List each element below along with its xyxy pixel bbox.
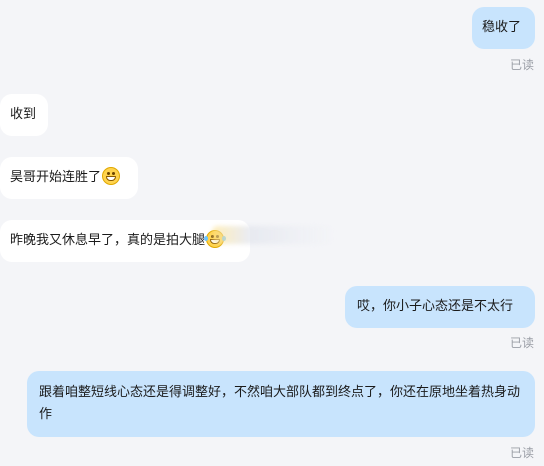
grin-emoji-icon (102, 167, 121, 185)
message-text: 昊哥开始连胜了 (10, 170, 102, 185)
message-text: 哎，你小子心态还是不太行 (357, 299, 514, 314)
read-status: 已读 (509, 336, 534, 350)
message-text: 稳收了 (482, 20, 522, 35)
message-text: 收到 (10, 107, 37, 122)
message-text: 跟着咱整短线心态还是得调整好，不然咱大部队都到终点了，你还在原地坐着热身动作 (39, 385, 521, 422)
blurred-overlay (212, 226, 334, 244)
read-status: 已读 (509, 446, 534, 460)
read-status: 已读 (509, 58, 534, 72)
incoming-message-bubble[interactable]: 昊哥开始连胜了 (0, 157, 138, 199)
incoming-message-bubble[interactable]: 收到 (0, 94, 48, 136)
outgoing-message-bubble[interactable]: 稳收了 (472, 7, 535, 49)
outgoing-message-bubble[interactable]: 哎，你小子心态还是不太行 (345, 286, 535, 328)
outgoing-message-bubble[interactable]: 跟着咱整短线心态还是得调整好，不然咱大部队都到终点了，你还在原地坐着热身动作 (27, 371, 535, 437)
message-text: 昨晚我又休息早了，真的是拍大腿 (10, 233, 206, 248)
